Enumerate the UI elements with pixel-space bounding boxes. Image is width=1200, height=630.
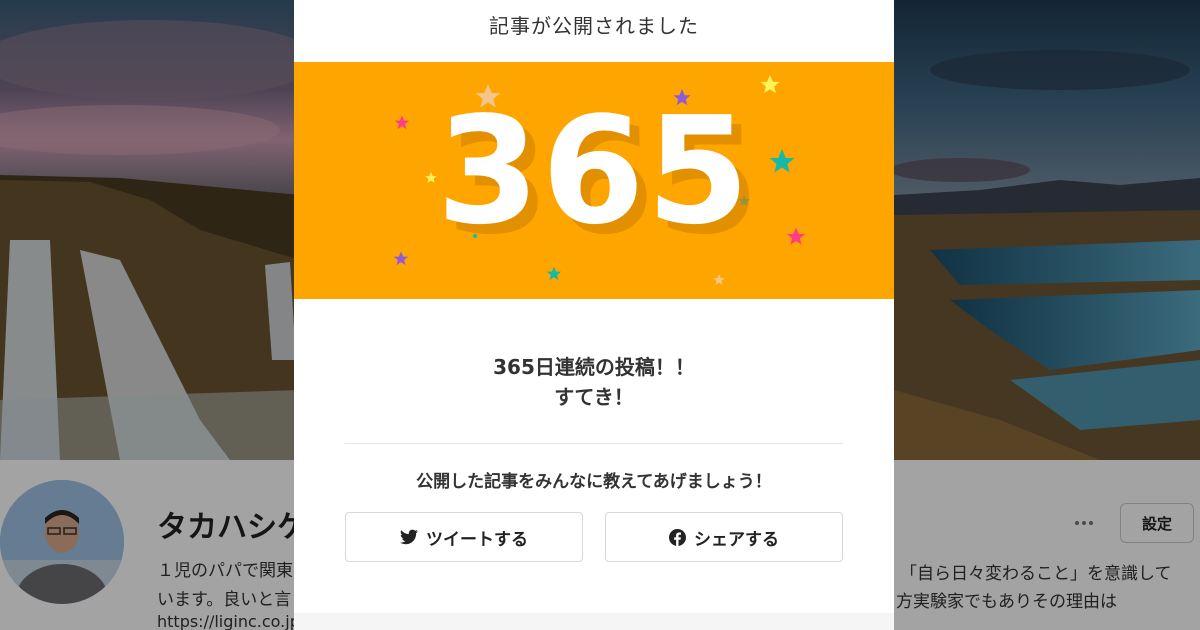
- facebook-icon: [669, 528, 686, 546]
- divider: [345, 443, 843, 444]
- tweet-button[interactable]: ツイートする: [345, 512, 583, 562]
- congrats-line: 365日連続の投稿！！: [493, 355, 695, 379]
- share-button-label: シェアする: [694, 529, 779, 550]
- share-prompt: 公開した記事をみんなに教えてあげましょう！: [416, 472, 772, 492]
- streak-banner: 365: [294, 62, 894, 299]
- congrats-line: すてき！: [554, 385, 634, 409]
- streak-count: 365: [436, 85, 752, 257]
- facebook-share-button[interactable]: シェアする: [605, 512, 843, 562]
- twitter-bird-icon: [400, 529, 418, 545]
- congrats-message: 365日連続の投稿！！ すてき！: [294, 352, 894, 412]
- modal-footer: [294, 613, 894, 630]
- tweet-button-label: ツイートする: [426, 529, 528, 550]
- modal-title: 記事が公開されました: [489, 14, 699, 38]
- publish-complete-modal: 記事が公開されました 365 365日連続の投稿！！ すてき！ 公開した記事をみ…: [294, 0, 894, 630]
